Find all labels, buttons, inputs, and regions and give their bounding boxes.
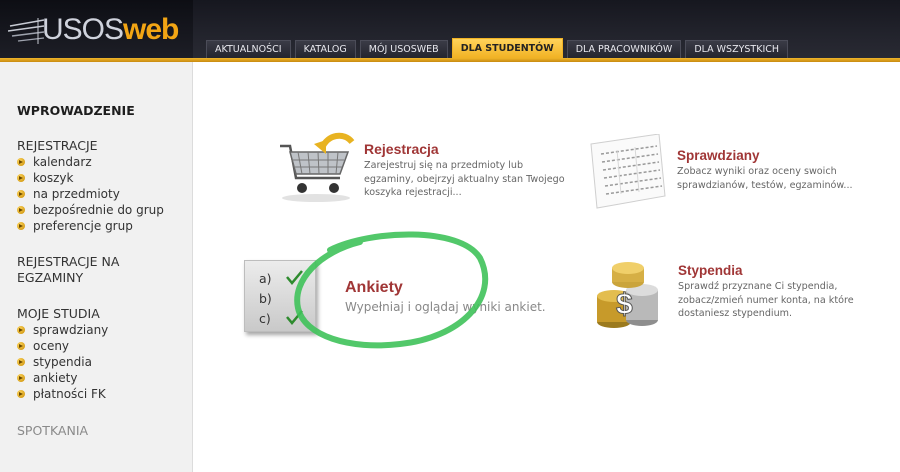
tile-description-line: sprawdzianów, testów, egzaminów... [677,179,853,191]
sidebar: WPROWADZENIE REJESTRACJE kalendarz koszy… [0,62,193,472]
tile-description-line: dostaniesz stypendium. [678,308,793,319]
logo-text: USOSweb [42,13,179,47]
survey-option: a) [259,271,272,286]
tab-moj-usosweb[interactable]: MÓJ USOSWEB [359,40,448,58]
tab-dla-studentow[interactable]: DLA STUDENTÓW [451,38,563,58]
svg-text:$: $ [616,288,633,321]
bullet-icon [17,390,25,398]
tile-description: Zobacz wyniki oraz oceny swoich sprawdzi… [677,165,853,192]
survey-option: c) [259,311,271,326]
tile-description-line: koszyka rejestracji... [364,187,462,198]
sidebar-item-kalendarz[interactable]: kalendarz [17,154,164,170]
sidebar-item-na-przedmioty[interactable]: na przedmioty [17,186,164,202]
tile-title[interactable]: Stypendia [678,263,743,278]
tab-dla-pracownikow[interactable]: DLA PRACOWNIKÓW [566,40,682,58]
coins-dollar-icon: $ [597,262,658,328]
logo-area: USOSweb [0,0,193,58]
sidebar-item-bezposrednie-do-grup[interactable]: bezpośrednie do grup [17,202,164,218]
bullet-icon [17,358,25,366]
sidebar-item-platnosci-fk[interactable]: płatności FK [17,386,108,402]
shopping-cart-icon [280,132,355,202]
sidebar-section-meetings[interactable]: SPOTKANIA [17,423,88,439]
sidebar-item-label: bezpośrednie do grup [33,203,164,217]
sidebar-item-label: oceny [33,339,70,353]
bullet-icon [17,190,25,198]
bullet-icon [17,174,25,182]
sidebar-section-line: REJESTRACJE NA [17,254,120,269]
sidebar-item-sprawdziany[interactable]: sprawdziany [17,322,108,338]
tile-description: Sprawdź przyznane Ci stypendia, zobacz/z… [678,280,854,321]
logo-text-usos: USOS [42,13,124,46]
tile-description: Wypełniaj i oglądaj wyniki ankiet. [345,300,546,314]
tile-description-line: egzaminy, obejrzyj aktualny stan Twojego [364,173,565,185]
sidebar-item-label: płatności FK [33,387,106,401]
sidebar-section-registrations[interactable]: REJESTRACJE [17,138,98,154]
main-content: Rejestracja Zarejestruj się na przedmiot… [194,62,900,472]
bullet-icon [17,374,25,382]
tile-description: Zarejestruj się na przedmioty lub egzami… [364,159,565,200]
tile-description-line: Zobacz wyniki oraz oceny swoich [677,166,837,177]
tile-description-line: Sprawdź przyznane Ci stypendia, [678,281,838,292]
tab-dla-wszystkich[interactable]: DLA WSZYSTKICH [685,40,789,58]
tile-rejestracja[interactable]: Rejestracja Zarejestruj się na przedmiot… [274,132,574,212]
tile-title[interactable]: Sprawdziany [677,148,760,163]
sidebar-registrations-list: kalendarz koszyk na przedmioty bezpośred… [17,154,164,234]
tile-ankiety[interactable]: a) b) c) Ankiety Wypełniaj i oglądaj wyn… [242,258,562,338]
main-nav: AKTUALNOŚCI KATALOG MÓJ USOSWEB DLA STUD… [206,38,789,58]
survey-icon: a) b) c) [244,260,316,332]
bullet-icon [17,342,25,350]
tile-description-line: Zarejestruj się na przedmioty lub [364,160,524,171]
checkmark-icon [286,270,303,325]
tab-katalog[interactable]: KATALOG [294,40,356,58]
survey-option: b) [259,291,272,306]
bullet-icon [17,158,25,166]
sidebar-section-exam-registrations[interactable]: REJESTRACJE NA EGZAMINY [17,254,119,286]
survey-options: a) b) c) [259,269,272,329]
sidebar-section-line: EGZAMINY [17,270,84,285]
sidebar-item-label: ankiety [33,371,78,385]
tab-aktualnosci[interactable]: AKTUALNOŚCI [206,40,291,58]
sidebar-item-preferencje-grup[interactable]: preferencje grup [17,218,164,234]
usosweb-logo[interactable]: USOSweb [8,12,188,52]
sidebar-item-label: koszyk [33,171,74,185]
sidebar-intro[interactable]: WPROWADZENIE [17,103,135,118]
tile-sprawdziany[interactable]: Sprawdziany Zobacz wyniki oraz oceny swo… [587,134,887,214]
bullet-icon [17,326,25,334]
sidebar-item-label: na przedmioty [33,187,120,201]
tile-title[interactable]: Ankiety [345,279,403,297]
sidebar-item-stypendia[interactable]: stypendia [17,354,108,370]
sidebar-item-ankiety[interactable]: ankiety [17,370,108,386]
sidebar-item-oceny[interactable]: oceny [17,338,108,354]
bullet-icon [17,222,25,230]
tile-description-line: zobacz/zmień numer konta, na które [678,294,854,306]
sidebar-item-label: preferencje grup [33,219,133,233]
sidebar-item-label: sprawdziany [33,323,109,337]
tile-title[interactable]: Rejestracja [364,141,439,157]
sidebar-section-my-studies[interactable]: MOJE STUDIA [17,306,100,322]
sidebar-my-studies-list: sprawdziany oceny stypendia ankiety płat… [17,322,108,402]
sidebar-item-koszyk[interactable]: koszyk [17,170,164,186]
grade-sheet-icon [590,134,666,209]
sidebar-item-label: stypendia [33,355,92,369]
sidebar-item-label: kalendarz [33,155,92,169]
logo-text-web: web [123,13,179,46]
tile-stypendia[interactable]: $ Stypendia Sprawdź przyznane Ci stypend… [592,262,892,342]
bullet-icon [17,206,25,214]
top-header: USOSweb AKTUALNOŚCI KATALOG MÓJ USOSWEB … [0,0,900,62]
